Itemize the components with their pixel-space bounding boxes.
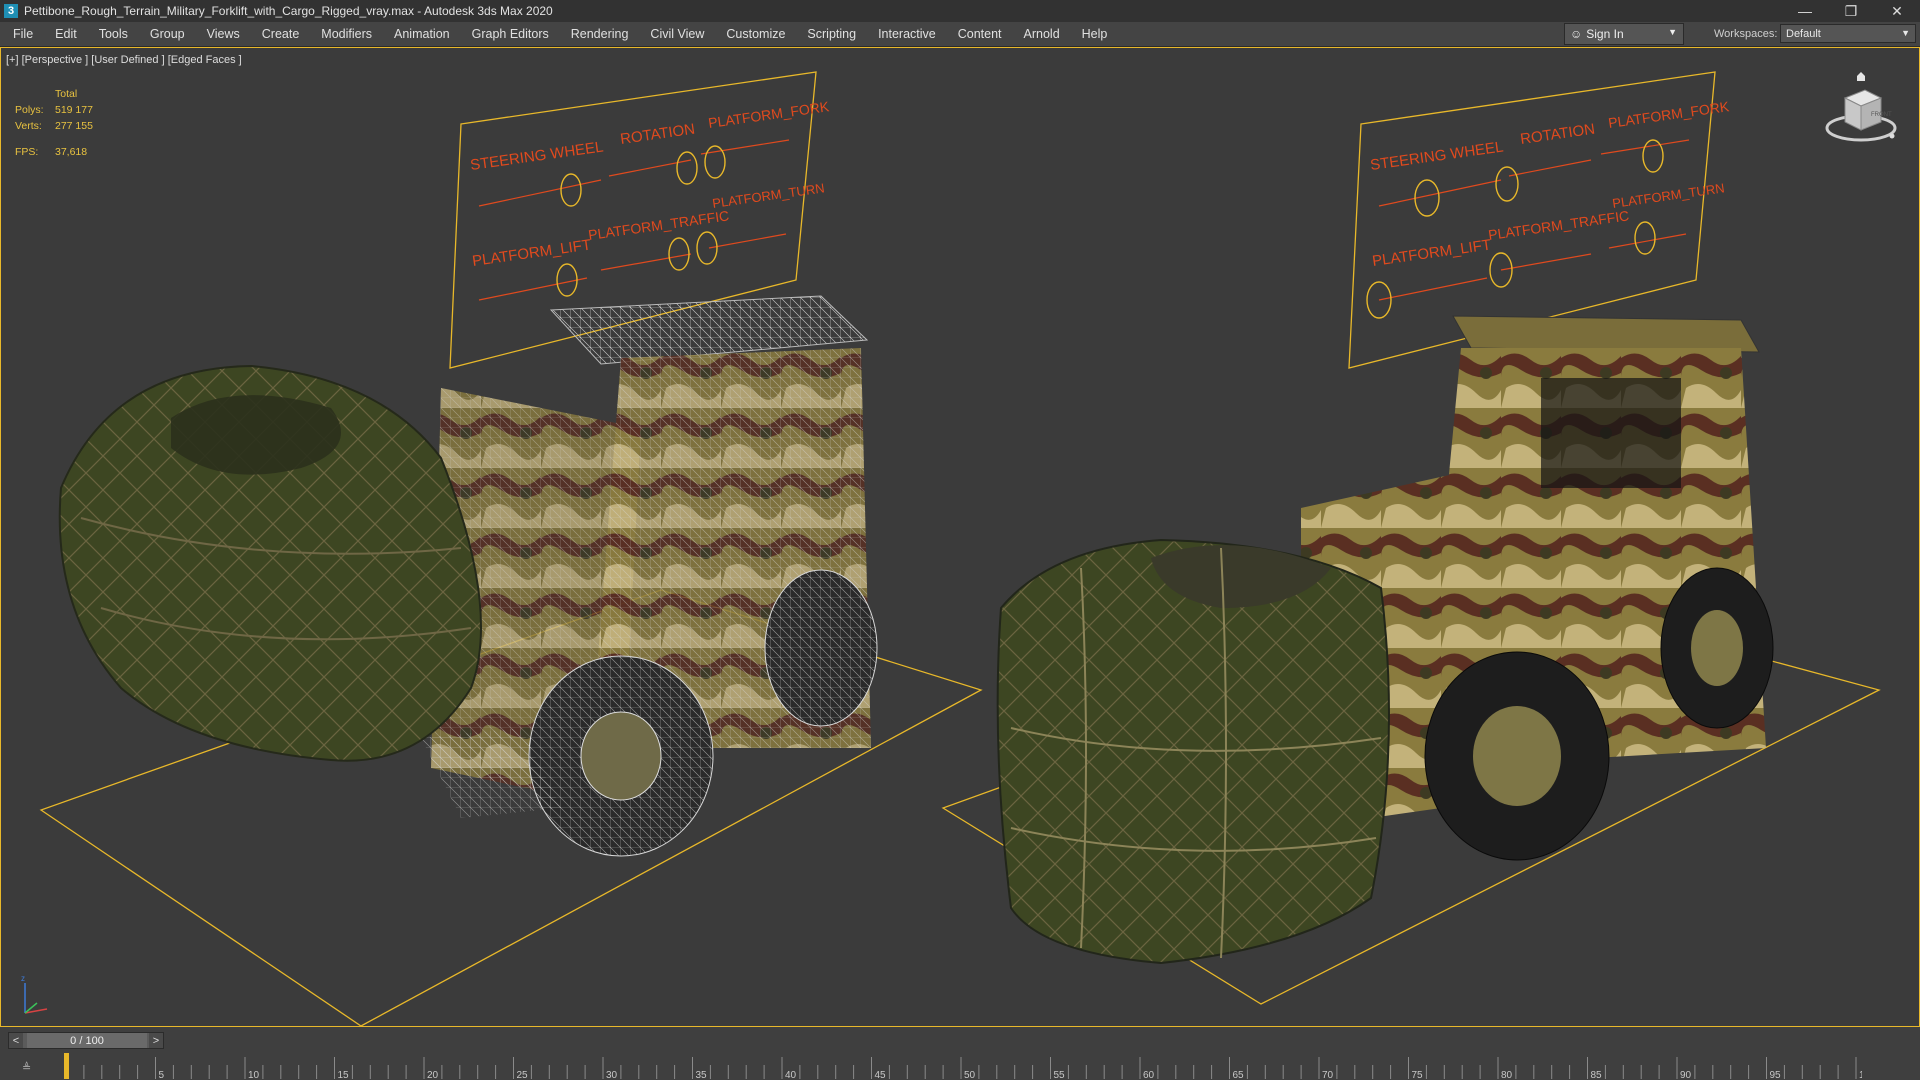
rig-label-platform-fork: PLATFORM_FORK: [707, 98, 831, 131]
menu-animation[interactable]: Animation: [383, 22, 461, 46]
forklift-left-body: [421, 295, 878, 857]
viewport-label[interactable]: [+] [Perspective ] [User Defined ] [Edge…: [6, 54, 242, 66]
sign-in-label: Sign In: [1586, 27, 1624, 41]
stats-polys-label: Polys:: [15, 104, 44, 116]
menu-edit[interactable]: Edit: [44, 22, 88, 46]
forklift-left-wireframe[interactable]: STEERING WHEEL ROTATION PLATFORM_FORK PL…: [39, 71, 983, 1026]
cargo-right: [996, 538, 1390, 965]
app-icon[interactable]: 3: [4, 4, 18, 18]
frame-tick-label: 90: [1680, 1070, 1692, 1079]
minimize-icon[interactable]: —: [1782, 0, 1828, 22]
workspace-select[interactable]: Default ▼: [1780, 24, 1916, 43]
menu-graph-editors[interactable]: Graph Editors: [461, 22, 560, 46]
rig-label-platform-lift: PLATFORM_LIFT: [471, 236, 592, 270]
axis-tripod-icon: z: [21, 974, 48, 1014]
menu-rendering[interactable]: Rendering: [560, 22, 640, 46]
frame-tick-label: 5: [159, 1070, 165, 1079]
menu-tools[interactable]: Tools: [88, 22, 139, 46]
viewport-statistics: Total Polys: 519 177 Verts: 277 155 FPS: 37…: [15, 86, 93, 160]
frame-tick-label: 35: [696, 1070, 708, 1079]
stats-verts-label: Verts:: [15, 120, 42, 132]
menu-interactive[interactable]: Interactive: [867, 22, 947, 46]
rig-label-rotation: ROTATION: [619, 121, 696, 148]
menu-group[interactable]: Group: [139, 22, 196, 46]
window-title: Pettibone_Rough_Terrain_Military_Forklif…: [24, 4, 553, 18]
window-controls: — ❐ ✕: [1782, 0, 1920, 22]
viewcube[interactable]: FRONT: [1821, 70, 1901, 150]
frame-tick-label: 30: [606, 1070, 618, 1079]
menu-arnold[interactable]: Arnold: [1013, 22, 1071, 46]
svg-text:z: z: [21, 974, 25, 983]
rig-label-platform-fork: PLATFORM_FORK: [1607, 98, 1731, 131]
stats-fps-value: 37,618: [55, 146, 88, 158]
frame-tick-label: 10: [248, 1070, 260, 1079]
menu-help[interactable]: Help: [1071, 22, 1119, 46]
timeline: < 0 / 100 > ≜ 5 10 15 20 25 30 35 40 45 50 55 60 65 7…: [0, 1027, 1920, 1080]
sign-in-button[interactable]: ☺ Sign In ▼: [1564, 23, 1684, 45]
menu-customize[interactable]: Customize: [715, 22, 796, 46]
menu-content[interactable]: Content: [947, 22, 1013, 46]
chevron-down-icon: ▼: [1668, 27, 1677, 37]
stats-total-label: Total: [55, 88, 78, 100]
current-frame-marker[interactable]: [64, 1053, 69, 1079]
next-frame-button[interactable]: >: [149, 1033, 163, 1048]
frame-ruler[interactable]: 5 10 15 20 25 30 35 40 45 50 55 60 65 70 75 80 85 90 95 100: [62, 1051, 1862, 1079]
menu-scripting[interactable]: Scripting: [796, 22, 867, 46]
perspective-viewport[interactable]: STEERING WHEEL ROTATION PLATFORM_FORK PL…: [0, 47, 1920, 1027]
stats-polys-value: 519 177: [55, 104, 93, 116]
previous-frame-button[interactable]: <: [9, 1033, 23, 1048]
frame-tick-label: 65: [1233, 1070, 1245, 1079]
stats-verts-value: 277 155: [55, 120, 93, 132]
stats-fps-label: FPS:: [15, 146, 39, 158]
chevron-down-icon: ▼: [1901, 28, 1910, 38]
frame-tick-label: 75: [1412, 1070, 1424, 1079]
frame-tick-label: 15: [338, 1070, 350, 1079]
restore-icon[interactable]: ❐: [1828, 0, 1874, 22]
frame-tick-label: 50: [964, 1070, 976, 1079]
rig-label-platform-traffic: PLATFORM_TRAFFIC: [1487, 207, 1630, 243]
rig-label-platform-lift: PLATFORM_LIFT: [1371, 236, 1492, 270]
frame-tick-label: 20: [427, 1070, 439, 1079]
menu-file[interactable]: File: [0, 22, 44, 46]
scene-canvas[interactable]: STEERING WHEEL ROTATION PLATFORM_FORK PL…: [1, 48, 1920, 1027]
rig-label-platform-turn: PLATFORM_TURN: [711, 180, 825, 211]
menu-civil-view[interactable]: Civil View: [639, 22, 715, 46]
rig-label-rotation: ROTATION: [1519, 121, 1596, 148]
frame-tick-label: 85: [1591, 1070, 1603, 1079]
rig-label-platform-turn: PLATFORM_TURN: [1611, 180, 1725, 211]
menu-views[interactable]: Views: [196, 22, 251, 46]
rig-label-steering-wheel: STEERING WHEEL: [1369, 138, 1504, 174]
forklift-right-shaded[interactable]: STEERING WHEEL ROTATION PLATFORM_FORK PL…: [941, 71, 1881, 1005]
user-icon: ☺: [1570, 27, 1583, 41]
frame-tick-label: 40: [785, 1070, 797, 1079]
track-bar-curve-icon[interactable]: ≜: [22, 1061, 31, 1074]
menu-create[interactable]: Create: [251, 22, 311, 46]
workspace-value: Default: [1786, 27, 1821, 40]
workspaces-label: Workspaces:: [1714, 28, 1778, 40]
title-bar: 3 Pettibone_Rough_Terrain_Military_Forkl…: [0, 0, 1920, 22]
frame-tick-label: 95: [1770, 1070, 1782, 1079]
frame-tick-label: 100: [1859, 1070, 1862, 1079]
viewcube-face-label: FRONT: [1871, 112, 1892, 118]
rig-label-platform-traffic: PLATFORM_TRAFFIC: [587, 207, 730, 243]
close-icon[interactable]: ✕: [1874, 0, 1920, 22]
time-slider-thumb[interactable]: 0 / 100: [27, 1033, 147, 1048]
rig-label-steering-wheel: STEERING WHEEL: [469, 138, 604, 174]
frame-tick-label: 45: [875, 1070, 887, 1079]
frame-tick-label: 80: [1501, 1070, 1513, 1079]
frame-tick-label: 55: [1054, 1070, 1066, 1079]
time-slider[interactable]: < 0 / 100 >: [8, 1032, 164, 1049]
cargo-left: [58, 364, 482, 762]
frame-tick-label: 70: [1322, 1070, 1334, 1079]
menu-modifiers[interactable]: Modifiers: [310, 22, 383, 46]
frame-tick-label: 25: [517, 1070, 529, 1079]
frame-tick-label: 60: [1143, 1070, 1155, 1079]
